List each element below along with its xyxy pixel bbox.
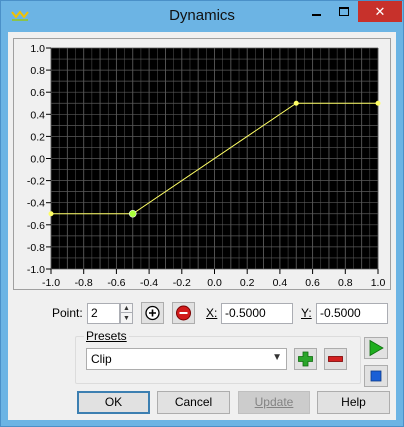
point-spinner[interactable]: ▲ ▼ — [120, 303, 133, 324]
dialog-body: -1.0 -0.8 -0.6 -0.4 -0.2 0.0 0.2 0.4 0.6 0.8 1.0 1.… — [8, 32, 396, 420]
ok-button[interactable]: OK — [77, 391, 150, 414]
point-label: Point: — [52, 306, 83, 320]
x-value-field[interactable]: -0.5000 — [221, 303, 293, 324]
presets-group-label: Presets — [84, 329, 129, 343]
play-icon — [369, 339, 384, 357]
remove-point-button[interactable] — [172, 302, 195, 324]
green-plus-icon — [298, 351, 313, 367]
x-tick-label: -0.6 — [107, 277, 125, 289]
preset-select[interactable]: Clip ▼ — [86, 348, 287, 370]
close-icon: ✕ — [374, 4, 386, 19]
circle-plus-icon — [145, 305, 160, 321]
red-minus-icon — [328, 356, 343, 362]
maximize-button[interactable] — [331, 1, 357, 22]
y-tick-label: -0.2 — [27, 176, 45, 188]
y-value-field[interactable]: -0.5000 — [316, 303, 388, 324]
add-preset-button[interactable] — [294, 348, 317, 370]
chevron-down-icon: ▼ — [272, 352, 282, 363]
update-button[interactable]: Update — [238, 391, 310, 414]
y-tick-label: -0.6 — [27, 220, 45, 232]
x-tick-label: 0.4 — [273, 277, 288, 289]
curve-point[interactable] — [48, 211, 54, 217]
stop-icon — [370, 370, 382, 382]
spinner-down-icon[interactable]: ▼ — [121, 314, 132, 323]
x-tick-label: -1.0 — [42, 277, 60, 289]
y-tick-label: 0.8 — [30, 65, 45, 77]
spinner-up-icon[interactable]: ▲ — [121, 304, 132, 313]
x-tick-label: -0.4 — [140, 277, 158, 289]
help-button[interactable]: Help — [317, 391, 390, 414]
curve-point[interactable] — [375, 100, 381, 106]
y-tick-label: 0.2 — [30, 131, 45, 143]
x-tick-label: 0.2 — [240, 277, 255, 289]
stop-preview-button[interactable] — [364, 365, 388, 387]
x-label: X: — [206, 306, 218, 320]
curve-point[interactable] — [293, 100, 299, 106]
y-tick-label: 0.6 — [30, 87, 45, 99]
title-bar[interactable]: Dynamics ✕ — [1, 1, 403, 32]
x-tick-label: 0.8 — [338, 277, 353, 289]
x-tick-label: -0.8 — [75, 277, 93, 289]
curve-point-selected[interactable] — [128, 209, 137, 218]
preset-selected-value: Clip — [91, 352, 112, 366]
remove-preset-button[interactable] — [324, 348, 347, 370]
maximize-icon — [339, 7, 349, 16]
y-tick-label: 1.0 — [30, 43, 45, 55]
y-tick-label: -0.4 — [27, 198, 45, 210]
x-tick-label: -0.2 — [173, 277, 191, 289]
dynamics-curve-plot[interactable]: -1.0 -0.8 -0.6 -0.4 -0.2 0.0 0.2 0.4 0.6 0.8 1.0 1.… — [14, 39, 390, 289]
x-tick-label: 1.0 — [371, 277, 386, 289]
x-tick-label: 0.0 — [207, 277, 222, 289]
y-label: Y: — [301, 306, 312, 320]
minimize-icon — [312, 14, 321, 16]
circle-minus-icon — [176, 305, 191, 321]
add-point-button[interactable] — [141, 302, 164, 324]
close-button[interactable]: ✕ — [358, 1, 402, 22]
y-tick-label: -1.0 — [27, 264, 45, 276]
curve-editor-panel: -1.0 -0.8 -0.6 -0.4 -0.2 0.0 0.2 0.4 0.6 0.8 1.0 1.… — [13, 38, 391, 290]
cancel-button[interactable]: Cancel — [157, 391, 230, 414]
minimize-button[interactable] — [303, 1, 329, 22]
y-tick-label: 0.4 — [30, 109, 45, 121]
y-tick-label: -0.8 — [27, 242, 45, 254]
dynamics-window: Dynamics ✕ -1.0 -0.8 -0.6 -0.4 -0.2 0.0 0.2 0.4… — [0, 0, 404, 427]
play-preview-button[interactable] — [364, 337, 388, 359]
y-tick-label: 0.0 — [30, 154, 45, 166]
x-tick-label: 0.6 — [305, 277, 320, 289]
point-index-field[interactable]: 2 — [87, 303, 120, 324]
